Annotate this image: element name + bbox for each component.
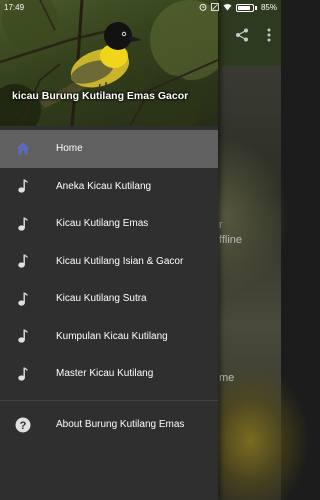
menu-item-kicau-kutilang-sutra[interactable]: Kicau Kutilang Sutra: [0, 280, 218, 318]
menu-item-label: Kicau Kutilang Isian & Gacor: [56, 255, 184, 267]
menu-item-home[interactable]: Home: [0, 130, 218, 168]
battery-icon: [235, 3, 254, 12]
menu-item-label: About Burung Kutilang Emas: [56, 419, 185, 430]
battery-percent: 85%: [260, 3, 277, 12]
menu-item-aneka-kicau-kutilang[interactable]: Aneka Kicau Kutilang: [0, 168, 218, 206]
drawer-header-title: kicau Burung Kutilang Emas Gacor: [12, 90, 189, 102]
navigation-drawer: kicau Burung Kutilang Emas Gacor Home An…: [0, 0, 218, 500]
background-text-fragment: ffline: [219, 234, 243, 246]
music-note-icon: [0, 217, 56, 231]
music-note-icon: [0, 292, 56, 306]
home-icon: [0, 142, 56, 155]
background-text-fragment: me: [219, 372, 235, 384]
drawer-menu: Home Aneka Kicau Kutilang Kicau Kutilang…: [0, 130, 218, 393]
bird-header-image: [0, 0, 218, 126]
menu-divider: [0, 400, 218, 401]
drawer-header: kicau Burung Kutilang Emas Gacor: [0, 0, 218, 126]
menu-item-kicau-kutilang-isian-gacor[interactable]: Kicau Kutilang Isian & Gacor: [0, 243, 218, 281]
menu-item-kicau-kutilang-emas[interactable]: Kicau Kutilang Emas: [0, 205, 218, 243]
menu-item-about[interactable]: ? About Burung Kutilang Emas: [0, 406, 218, 443]
music-note-icon: [0, 367, 56, 381]
status-bar: 17:49 85%: [0, 0, 281, 15]
menu-item-label: Home: [56, 143, 83, 155]
music-note-icon: [0, 179, 56, 193]
wifi-icon: [223, 3, 232, 13]
menu-item-label: Kicau Kutilang Emas: [56, 218, 149, 230]
background-text-fragment: r: [219, 219, 223, 231]
alarm-icon: [199, 3, 207, 13]
svg-text:?: ?: [20, 420, 27, 432]
help-circle-icon: ?: [0, 417, 56, 433]
menu-item-kumpulan-kicau-kutilang[interactable]: Kumpulan Kicau Kutilang: [0, 318, 218, 356]
music-note-icon: [0, 254, 56, 268]
status-time: 17:49: [4, 3, 25, 12]
menu-item-master-kicau-kutilang[interactable]: Master Kicau Kutilang: [0, 355, 218, 393]
menu-item-label: Aneka Kicau Kutilang: [56, 180, 152, 192]
menu-item-label: Kumpulan Kicau Kutilang: [56, 330, 168, 342]
share-icon[interactable]: [235, 28, 249, 47]
menu-item-label: Kicau Kutilang Sutra: [56, 293, 147, 305]
menu-item-label: Master Kicau Kutilang: [56, 368, 154, 380]
music-note-icon: [0, 329, 56, 343]
signal-off-icon: [211, 2, 219, 13]
more-options-icon[interactable]: [267, 28, 271, 47]
